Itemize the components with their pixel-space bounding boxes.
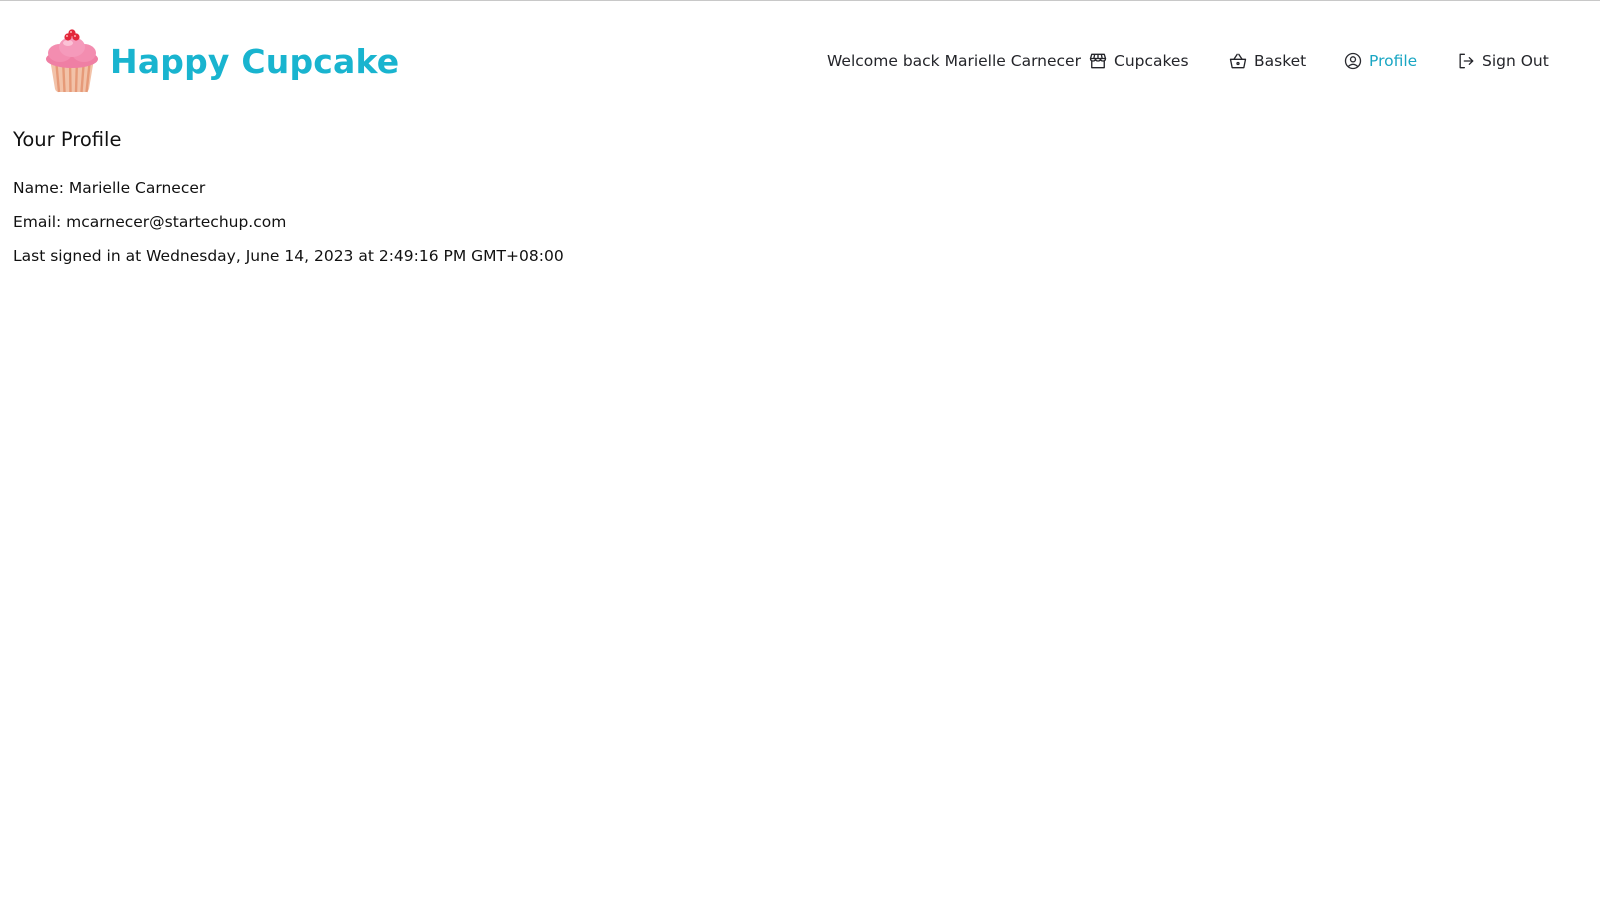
brand-home-link[interactable]: Happy Cupcake (44, 29, 399, 93)
user-circle-icon (1343, 51, 1363, 71)
welcome-message: Welcome back Marielle Carnecer (827, 52, 1081, 70)
nav-profile-link[interactable]: Profile (1343, 51, 1417, 71)
page: Happy Cupcake Welcome back Marielle Carn… (0, 0, 1600, 912)
profile-email: Email: mcarnecer@startechup.com (13, 213, 287, 231)
shop-icon (1088, 51, 1108, 71)
profile-section: Your Profile Name: Marielle Carnecer Ema… (13, 125, 564, 273)
sign-out-icon (1456, 51, 1476, 71)
nav-cupcakes-label: Cupcakes (1114, 52, 1189, 70)
brand-name: Happy Cupcake (110, 41, 400, 81)
profile-last-signed-in: Last signed in at Wednesday, June 14, 20… (13, 247, 564, 265)
nav-basket-label: Basket (1254, 52, 1307, 70)
profile-name: Name: Marielle Carnecer (13, 179, 206, 197)
nav-sign-out-link[interactable]: Sign Out (1456, 51, 1549, 71)
page-title: Your Profile (13, 128, 122, 151)
basket-icon (1228, 51, 1248, 71)
header: Happy Cupcake Welcome back Marielle Carn… (44, 29, 1600, 93)
nav-basket-link[interactable]: Basket (1228, 51, 1306, 71)
cupcake-icon (46, 29, 98, 93)
nav-cupcakes-link[interactable]: Cupcakes (1088, 51, 1189, 71)
nav-profile-label: Profile (1369, 52, 1418, 70)
nav-sign-out-label: Sign Out (1482, 52, 1549, 70)
